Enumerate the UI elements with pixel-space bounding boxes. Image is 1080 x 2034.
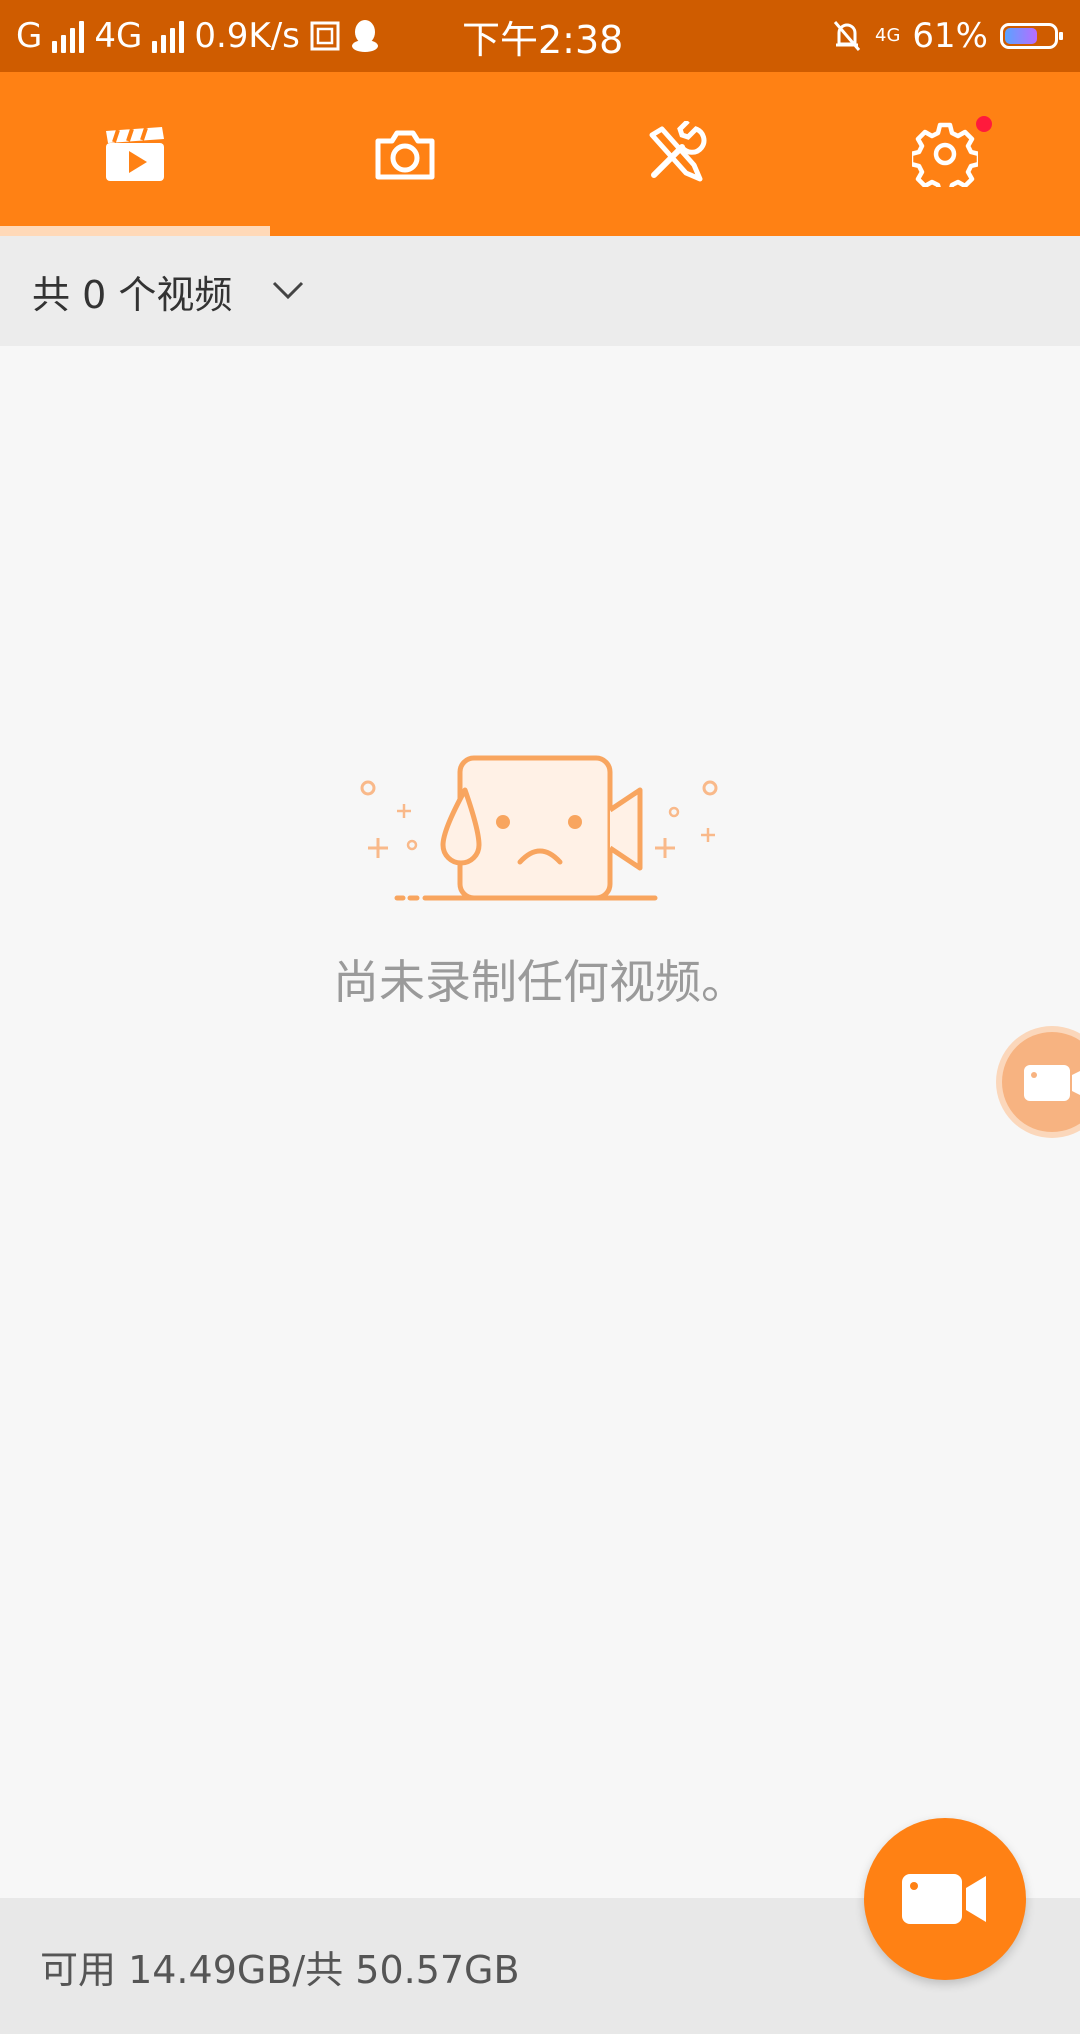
video-camera-icon xyxy=(1024,1065,1080,1101)
top-tab-bar xyxy=(0,72,1080,236)
carrier-g-label: G xyxy=(16,16,43,56)
mobile-data-4g: 4G xyxy=(875,25,901,46)
tab-videos[interactable] xyxy=(0,72,270,236)
storage-info: 可用 14.49GB/共 50.57GB xyxy=(40,1947,520,1992)
empty-state-message: 尚未录制任何视频。 xyxy=(333,955,747,1009)
qq-penguin-icon xyxy=(351,20,378,52)
gear-icon xyxy=(912,122,978,187)
clock: 下午2:38 xyxy=(462,17,624,62)
record-fab-button[interactable] xyxy=(864,1818,1026,1980)
chevron-down-icon[interactable] xyxy=(270,272,306,308)
mute-bell-icon xyxy=(833,21,861,51)
network-type-label: 4G xyxy=(94,16,143,56)
video-camera-icon xyxy=(902,1874,986,1924)
settings-badge-dot xyxy=(976,116,992,132)
signal-icon xyxy=(52,19,85,53)
screen: G 4G 0.9K/s 下午2:38 4G 61% 共 0 个视频 尚未录制任何… xyxy=(0,0,1080,2034)
signal-icon-2 xyxy=(152,19,185,53)
tools-icon xyxy=(649,121,707,182)
battery-percent: 61% xyxy=(912,16,988,56)
status-right: 4G 61% xyxy=(831,0,1063,72)
video-clapperboard-icon xyxy=(106,127,164,181)
empty-sad-camera-icon xyxy=(360,755,718,901)
tab-tools[interactable] xyxy=(540,72,810,236)
tab-selected-indicator xyxy=(0,226,270,236)
sim-card-icon xyxy=(310,21,340,51)
battery-icon xyxy=(1000,23,1063,49)
network-speed: 0.9K/s xyxy=(194,16,300,56)
video-count-label[interactable]: 共 0 个视频 xyxy=(32,236,232,346)
battery-level xyxy=(1005,28,1037,44)
tab-settings[interactable] xyxy=(810,72,1080,236)
floating-record-bubble[interactable] xyxy=(1002,1032,1080,1132)
camera-icon xyxy=(375,130,435,180)
status-left: G 4G 0.9K/s xyxy=(16,0,380,72)
status-bar: G 4G 0.9K/s 下午2:38 4G 61% xyxy=(0,0,1080,72)
tab-camera[interactable] xyxy=(270,72,540,236)
video-filter-row[interactable]: 共 0 个视频 xyxy=(0,236,1080,346)
